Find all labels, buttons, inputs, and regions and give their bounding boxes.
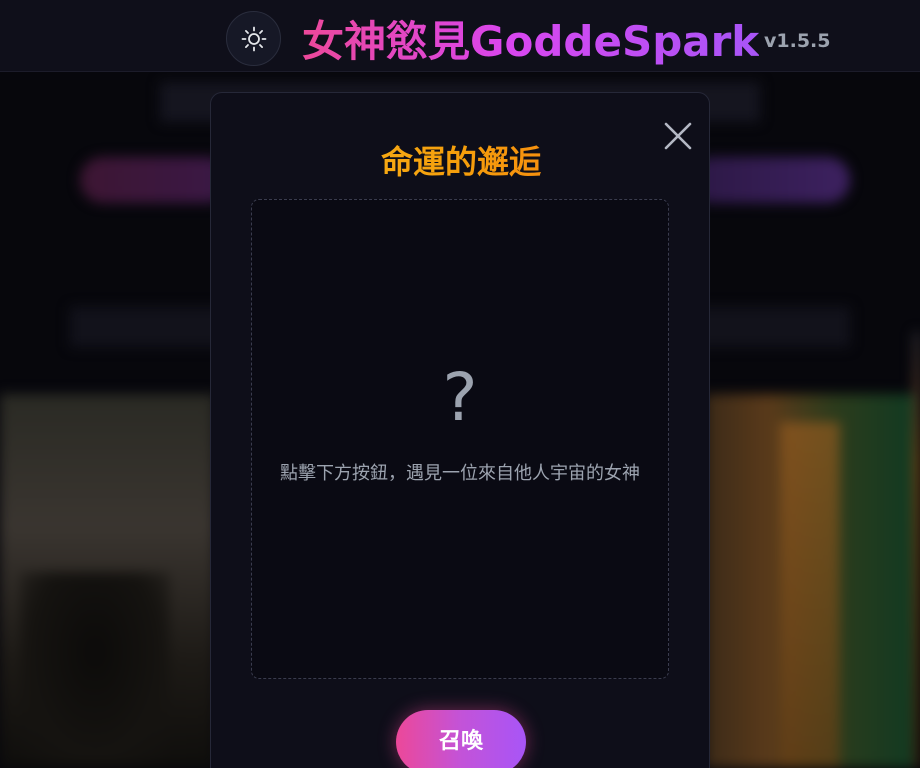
- background-accent: [780, 422, 840, 768]
- app-title: 女神慾見GoddeSpark: [302, 8, 759, 69]
- theme-toggle-button[interactable]: [226, 11, 281, 66]
- card-placeholder: ? 點擊下方按鈕，遇見一位來自他人宇宙的女神: [251, 199, 669, 679]
- summon-button[interactable]: 召喚: [396, 710, 526, 768]
- modal-title: 命運的邂逅: [211, 137, 711, 183]
- hint-text: 點擊下方按鈕，遇見一位來自他人宇宙的女神: [280, 463, 640, 484]
- sun-icon: [241, 26, 267, 52]
- background-edge-strip: [914, 332, 920, 768]
- question-mark-icon: ?: [442, 359, 478, 436]
- background-pill-left: [80, 157, 230, 203]
- app-header: 女神慾見GoddeSpark v1.5.5: [0, 0, 920, 72]
- background-pill-right: [690, 157, 850, 203]
- version-label: v1.5.5: [764, 30, 831, 52]
- background-figure: [20, 572, 170, 768]
- summon-modal: 命運的邂逅 ? 點擊下方按鈕，遇見一位來自他人宇宙的女神 召喚: [210, 92, 710, 768]
